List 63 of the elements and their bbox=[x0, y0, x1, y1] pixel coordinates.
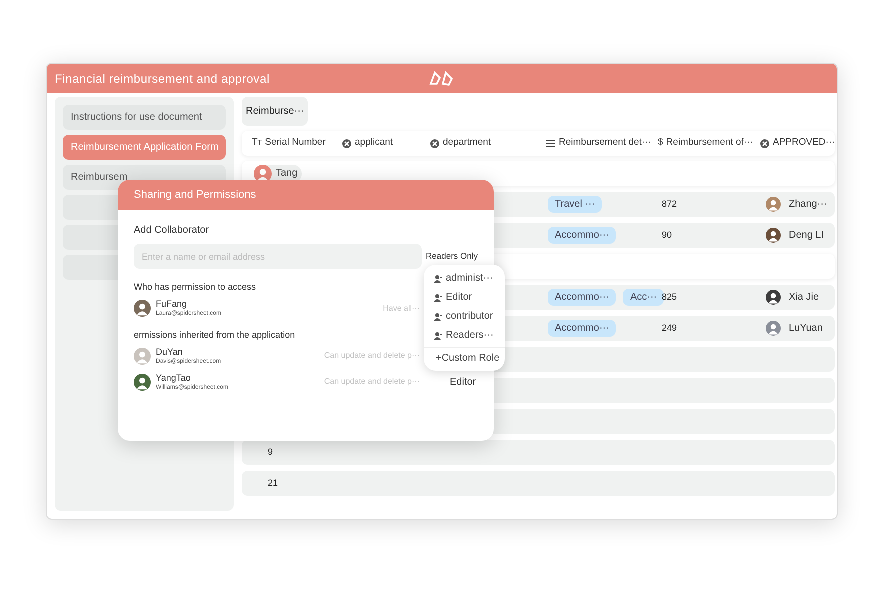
avatar-icon bbox=[766, 321, 781, 336]
member-name: YangTao bbox=[156, 372, 192, 384]
menu-item-label: Readers··· bbox=[446, 329, 494, 343]
section-label: Add Collaborator bbox=[134, 224, 210, 238]
section-label: ermissions inherited from the application bbox=[134, 328, 296, 342]
column-header[interactable]: Serial Number bbox=[265, 136, 326, 151]
menu-item-label: administ··· bbox=[446, 272, 494, 286]
menu-item[interactable]: Editor bbox=[424, 288, 505, 307]
role-dropdown[interactable]: Readers Only bbox=[426, 250, 478, 263]
member-name: Deng LI bbox=[789, 229, 824, 243]
window-title: Financial reimbursement and approval bbox=[55, 70, 270, 88]
member-name: Tang bbox=[276, 167, 298, 181]
avatar-icon bbox=[134, 300, 151, 317]
view-tab[interactable]: Reimburse··· bbox=[242, 97, 308, 126]
option-icon bbox=[760, 138, 770, 148]
person-icon bbox=[434, 332, 442, 340]
column-type-icon: Tт bbox=[252, 136, 262, 151]
option-icon bbox=[342, 138, 352, 148]
person-icon bbox=[434, 294, 442, 302]
member-name: DuYan bbox=[156, 346, 184, 358]
member-name: Xia Jie bbox=[789, 291, 820, 305]
column-header[interactable]: APPROVED··· bbox=[773, 136, 836, 151]
list-icon bbox=[546, 138, 556, 148]
table-cell: 249 bbox=[662, 322, 678, 333]
role-dropdown[interactable]: Editor bbox=[450, 374, 476, 390]
sidebar-item[interactable]: Instructions for use document bbox=[63, 105, 226, 130]
member-name: Zhang··· bbox=[789, 198, 828, 212]
avatar-icon bbox=[134, 348, 151, 364]
tag: Accommo··· bbox=[548, 227, 616, 244]
table-cell: 825 bbox=[662, 292, 678, 302]
tag: Accommo··· bbox=[548, 289, 616, 306]
permission-text: Have all··· bbox=[383, 302, 420, 314]
menu-item[interactable]: Readers··· bbox=[424, 326, 505, 345]
table-cell: 21 bbox=[268, 478, 278, 488]
column-header[interactable]: department bbox=[443, 136, 492, 151]
section-label: Who has permission to access bbox=[134, 281, 256, 294]
table-cell: 90 bbox=[662, 230, 672, 240]
avatar-icon bbox=[134, 374, 151, 390]
custom-role-button[interactable]: +Custom Role bbox=[424, 347, 505, 367]
avatar-icon bbox=[766, 228, 781, 243]
tag: Travel ··· bbox=[548, 196, 602, 213]
table-cell: 872 bbox=[662, 198, 678, 209]
option-icon bbox=[430, 138, 440, 148]
person-icon bbox=[434, 312, 442, 320]
dialog-title: Sharing and Permissions bbox=[134, 188, 256, 203]
person-icon bbox=[434, 274, 442, 282]
logo-icon bbox=[429, 70, 455, 87]
menu-item-label: contributor bbox=[446, 310, 494, 324]
table-cell: 9 bbox=[268, 446, 274, 457]
permission-text: Can update and delete p··· bbox=[324, 376, 420, 388]
column-type-icon: $ bbox=[658, 136, 664, 151]
column-header[interactable]: applicant bbox=[355, 136, 394, 151]
tag: Accommo··· bbox=[548, 320, 616, 337]
member-name: LuYuan bbox=[789, 322, 823, 336]
avatar-icon bbox=[766, 290, 781, 305]
avatar-icon bbox=[766, 197, 781, 212]
menu-item[interactable]: contributor bbox=[424, 307, 505, 326]
menu-item[interactable]: administ··· bbox=[424, 269, 505, 288]
column-header[interactable]: Reimbursement det··· bbox=[559, 136, 652, 151]
column-header[interactable]: Reimbursement of··· bbox=[666, 136, 754, 151]
permission-text: Can update and delete p··· bbox=[324, 350, 420, 362]
member-name: FuFang bbox=[156, 299, 188, 310]
menu-item-label: Editor bbox=[446, 291, 472, 305]
